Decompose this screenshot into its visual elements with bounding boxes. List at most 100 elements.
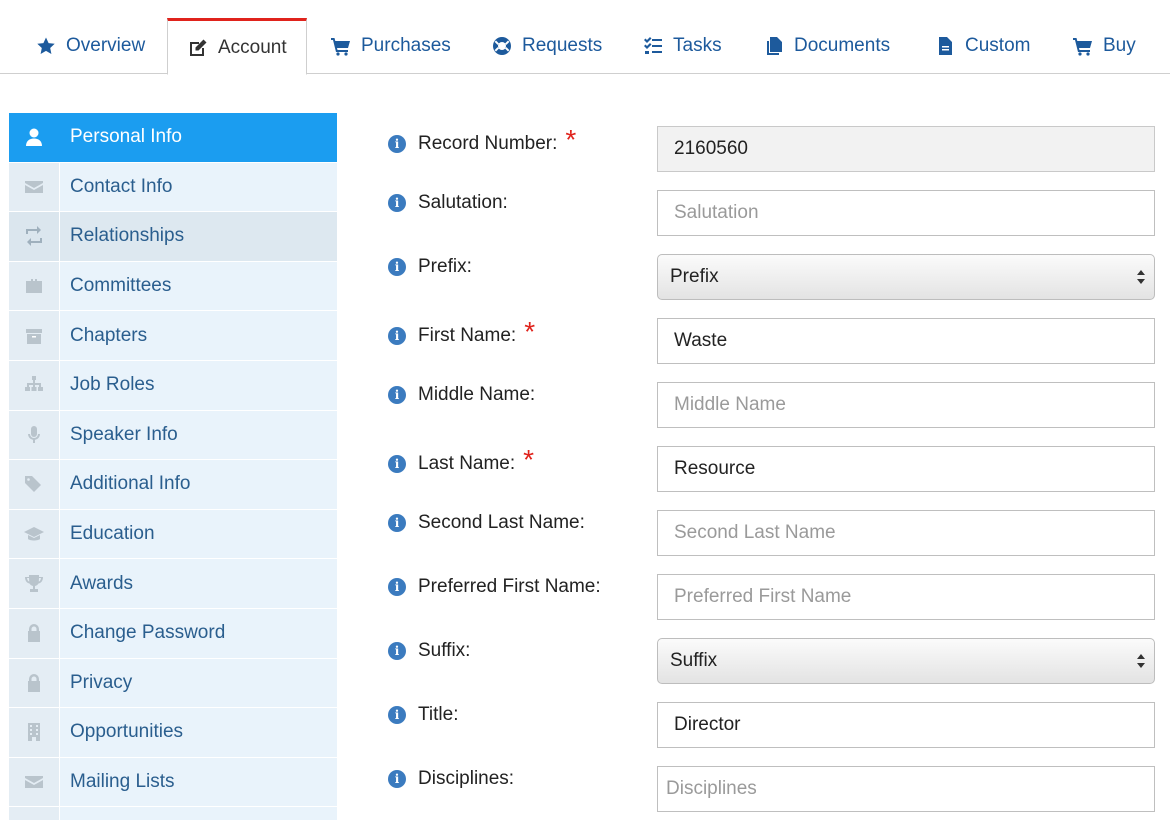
more-icon (9, 807, 60, 820)
middle-name-input[interactable] (657, 382, 1155, 428)
sidebar-nav: Personal Info Contact Info Relationships… (9, 113, 337, 820)
sidebar-item-label: Job Roles (70, 374, 155, 396)
archive-icon (9, 311, 60, 360)
row-disciplines: i Disciplines: (388, 766, 1158, 814)
sidebar-item-label: Change Password (70, 622, 226, 644)
tab-tasks[interactable]: Tasks (643, 18, 722, 74)
info-icon[interactable]: i (388, 578, 406, 596)
star-icon (36, 36, 56, 56)
sidebar-item-label: Privacy (70, 671, 133, 693)
field-label: Prefix: (418, 256, 472, 277)
required-asterisk: * (523, 444, 535, 475)
sitemap-icon (9, 360, 60, 410)
field-label: Record Number: (418, 133, 558, 154)
field-label: Last Name: (418, 453, 516, 474)
info-icon[interactable]: i (388, 258, 406, 276)
preferred-first-name-input[interactable] (657, 574, 1155, 620)
row-first-name: i First Name: * (388, 318, 1158, 366)
select-caret-icon (1136, 267, 1146, 287)
sidebar-item-label: Awards (70, 572, 134, 594)
tab-requests[interactable]: Requests (492, 18, 602, 74)
info-icon[interactable]: i (388, 514, 406, 532)
second-last-name-input[interactable] (657, 510, 1155, 556)
sidebar-item-mailing-lists[interactable]: Mailing Lists (9, 757, 337, 808)
tab-label: Requests (522, 35, 603, 56)
title-input[interactable] (657, 702, 1155, 748)
row-middle-name: i Middle Name: (388, 382, 1158, 430)
lifebuoy-icon (492, 36, 512, 56)
first-name-input[interactable] (657, 318, 1155, 364)
info-icon[interactable]: i (388, 455, 406, 473)
sidebar-item-chapters[interactable]: Chapters (9, 311, 337, 361)
tab-bar: Overview Account Purchases Requests Task… (0, 0, 1170, 75)
sidebar-item-opportunities[interactable]: Opportunities (9, 708, 337, 758)
record-number-field: 2160560 (657, 126, 1155, 172)
suffix-select[interactable]: Suffix (657, 638, 1155, 684)
documents-icon (764, 36, 784, 56)
info-icon[interactable]: i (388, 386, 406, 404)
tab-label: Purchases (361, 35, 451, 56)
building-icon (9, 708, 60, 757)
sidebar-item-more[interactable] (9, 807, 337, 820)
lock-icon (9, 608, 60, 658)
info-icon[interactable]: i (388, 642, 406, 660)
info-icon[interactable]: i (388, 327, 406, 345)
envelope-icon (9, 757, 60, 807)
tab-overview[interactable]: Overview (36, 18, 145, 74)
sidebar-item-additional-info[interactable]: Additional Info (9, 460, 337, 510)
row-last-name: i Last Name: * (388, 446, 1158, 494)
sidebar-item-job-roles[interactable]: Job Roles (9, 360, 337, 411)
sidebar-item-label: Education (70, 523, 155, 545)
sidebar-item-personal-info[interactable]: Personal Info (9, 113, 337, 163)
last-name-input[interactable] (657, 446, 1155, 492)
sidebar-item-awards[interactable]: Awards (9, 559, 337, 609)
field-label: First Name: (418, 325, 517, 346)
sidebar-item-label: Mailing Lists (70, 771, 175, 793)
tab-purchases[interactable]: Purchases (331, 18, 451, 74)
sidebar-item-change-password[interactable]: Change Password (9, 608, 337, 659)
sidebar-item-label: Contact Info (70, 175, 173, 197)
info-icon[interactable]: i (388, 770, 406, 788)
required-asterisk: * (524, 316, 536, 347)
user-icon (9, 113, 60, 162)
tab-custom[interactable]: Custom (935, 18, 1030, 74)
sidebar-item-speaker-info[interactable]: Speaker Info (9, 410, 337, 461)
tab-buy[interactable]: Buy (1073, 18, 1136, 74)
cart-icon (331, 36, 351, 56)
sidebar-item-label: Speaker Info (70, 423, 178, 445)
disciplines-input[interactable] (657, 766, 1155, 812)
sidebar-item-label: Personal Info (70, 126, 182, 148)
select-value: Suffix (670, 650, 718, 671)
trophy-icon (9, 559, 60, 608)
field-label: Title: (418, 704, 459, 725)
tab-account[interactable]: Account (167, 18, 307, 75)
sidebar-item-contact-info[interactable]: Contact Info (9, 162, 337, 213)
tab-documents[interactable]: Documents (764, 18, 890, 74)
prefix-select[interactable]: Prefix (657, 254, 1155, 300)
sidebar-item-education[interactable]: Education (9, 509, 337, 560)
field-label: Preferred First Name: (418, 576, 601, 597)
sidebar-item-relationships[interactable]: Relationships (9, 212, 337, 262)
field-label: Disciplines: (418, 768, 515, 789)
field-label: Middle Name: (418, 384, 536, 405)
info-icon[interactable]: i (388, 135, 406, 153)
row-second-last-name: i Second Last Name: (388, 510, 1158, 558)
sidebar-item-privacy[interactable]: Privacy (9, 658, 337, 709)
info-icon[interactable]: i (388, 194, 406, 212)
edit-icon (188, 38, 208, 58)
tab-label: Account (218, 36, 287, 58)
envelope-icon (9, 162, 60, 212)
select-caret-icon (1136, 651, 1146, 671)
row-title: i Title: (388, 702, 1158, 750)
file-icon (935, 36, 955, 56)
row-suffix: i Suffix: Suffix (388, 638, 1158, 686)
row-salutation: i Salutation: (388, 190, 1158, 238)
row-prefix: i Prefix: Prefix (388, 254, 1158, 302)
required-asterisk: * (565, 124, 577, 155)
select-value: Prefix (670, 266, 719, 287)
info-icon[interactable]: i (388, 706, 406, 724)
sidebar-item-committees[interactable]: Committees (9, 261, 337, 312)
tags-icon (9, 460, 60, 509)
field-label: Salutation: (418, 192, 508, 213)
salutation-input[interactable] (657, 190, 1155, 236)
